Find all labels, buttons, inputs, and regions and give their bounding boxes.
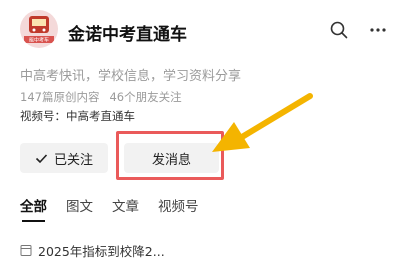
list-item[interactable]: 2025年指标到校降2...	[20, 241, 165, 260]
avatar-logo-text: 能中考车	[29, 37, 49, 44]
tab-image-text[interactable]: 图文	[66, 195, 93, 215]
more-icon	[370, 28, 386, 32]
tab-bar: 全部 图文 文章 视频号	[20, 195, 218, 222]
account-description: 中高考快讯，学校信息，学习资料分享	[20, 69, 242, 84]
channel-link[interactable]: 视频号：中高考直通车	[20, 108, 135, 124]
account-stats: 147篇原创内容 46个朋友关注	[20, 89, 182, 105]
search-button[interactable]	[325, 16, 353, 44]
avatar[interactable]: 能中考车	[20, 10, 58, 48]
followed-button[interactable]: 已关注	[20, 143, 108, 173]
bus-logo-icon: 能中考车	[24, 16, 54, 44]
article-title: 2025年指标到校降2...	[38, 244, 165, 259]
friends-following: 46个朋友关注	[109, 90, 182, 104]
search-icon	[330, 21, 348, 39]
tab-all[interactable]: 全部	[20, 195, 47, 222]
tab-channels[interactable]: 视频号	[158, 195, 199, 215]
tab-articles[interactable]: 文章	[112, 195, 139, 215]
account-name: 金诺中考直通车	[68, 25, 187, 45]
checkmark-icon	[35, 153, 48, 163]
annotation-arrow-icon	[212, 93, 313, 152]
original-count: 147篇原创内容	[20, 90, 100, 104]
document-icon	[20, 245, 32, 256]
more-button[interactable]	[364, 16, 392, 44]
followed-label: 已关注	[53, 152, 93, 168]
